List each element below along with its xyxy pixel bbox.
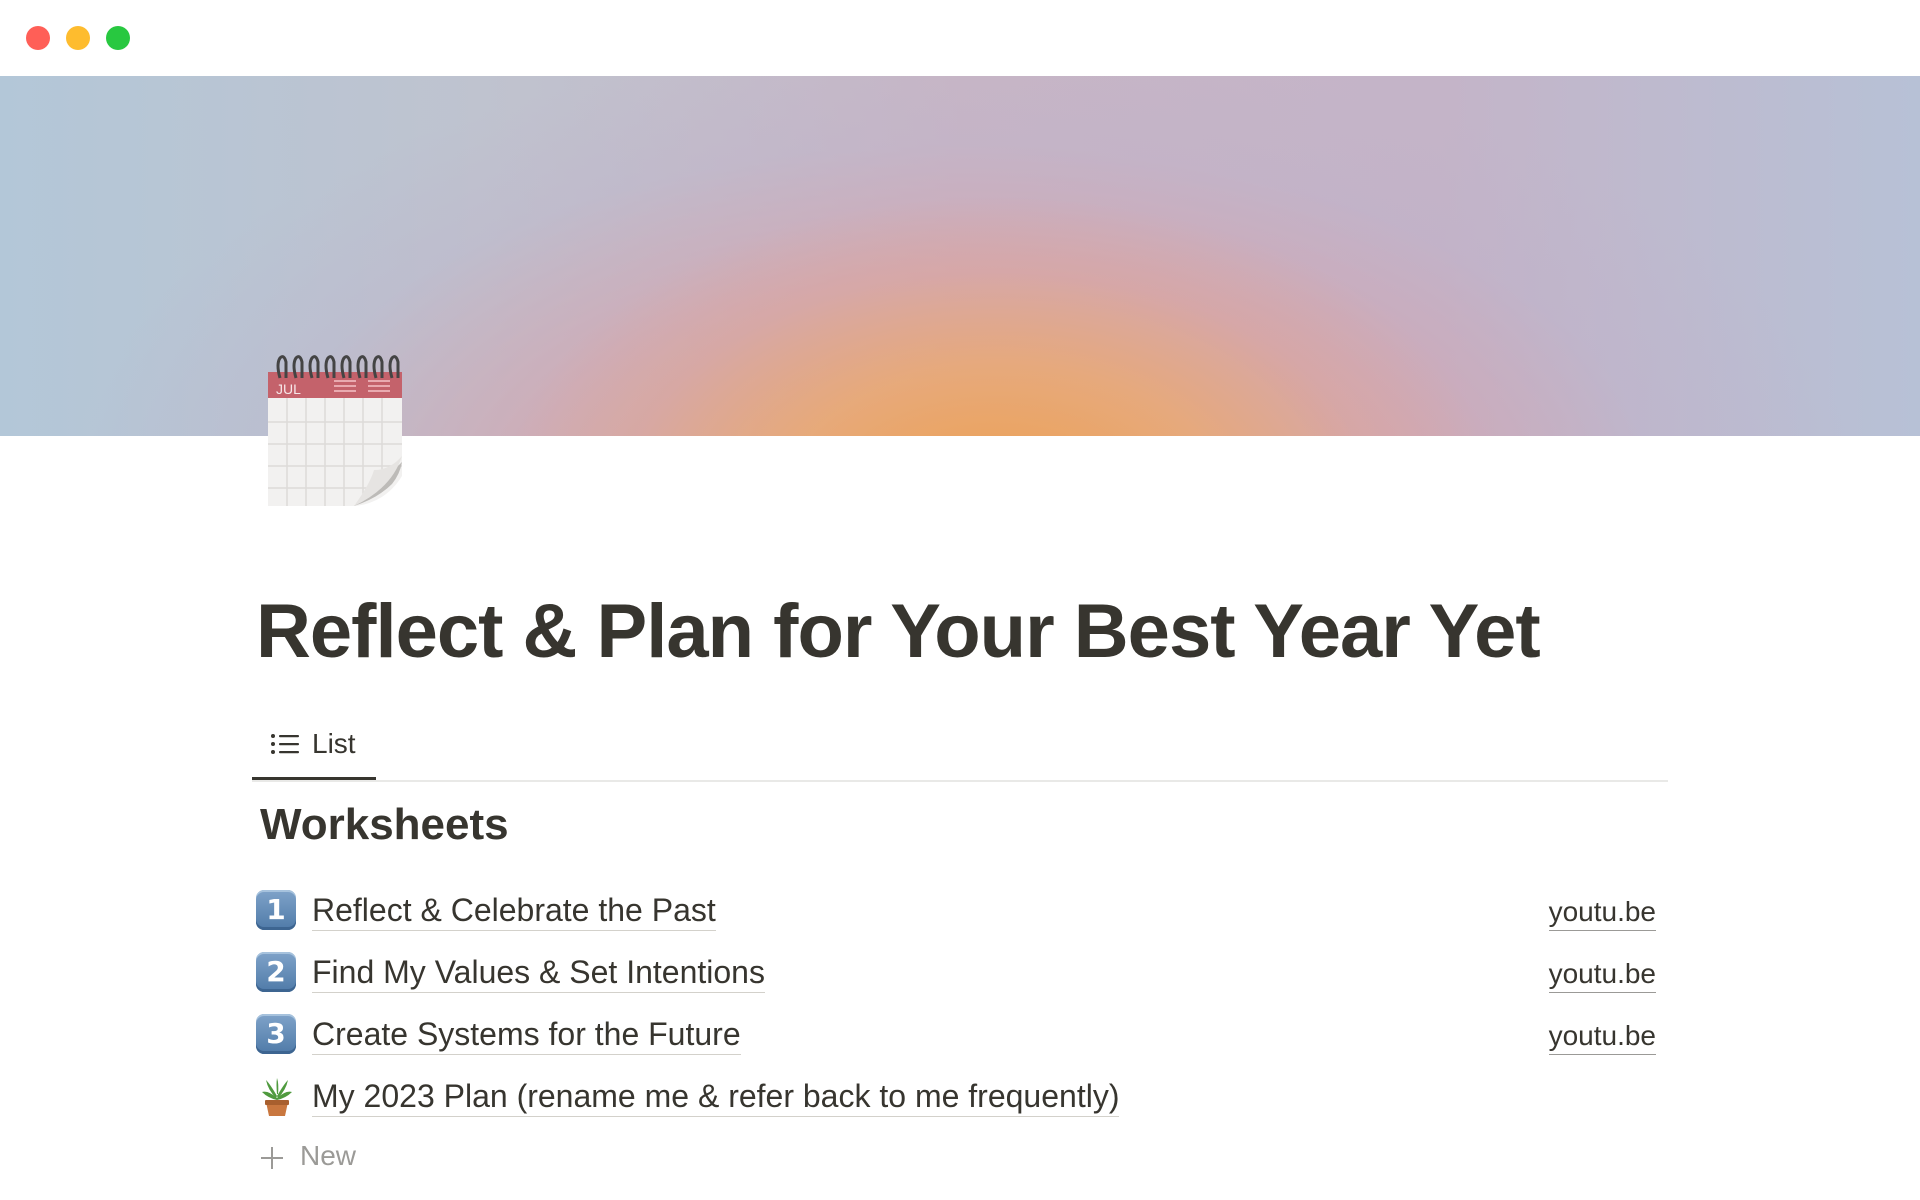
minimize-window-button[interactable] (66, 26, 90, 50)
close-window-button[interactable] (26, 26, 50, 50)
potted-plant-icon (256, 1076, 298, 1118)
calendar-icon[interactable]: JUL (266, 352, 406, 508)
list-item[interactable]: 3 Create Systems for the Future youtu.be (256, 1008, 1656, 1070)
page-title[interactable]: Reflect & Plan for Your Best Year Yet (256, 588, 1541, 675)
tab-list-label: List (312, 728, 356, 759)
calendar-month-label: JUL (276, 381, 301, 397)
list-item-title[interactable]: Reflect & Celebrate the Past (312, 890, 716, 931)
app-window: JUL Reflect & Plan for Your Best Year Ye… (0, 0, 1920, 1200)
view-tab-bar: List (252, 708, 1668, 782)
new-item-label: New (300, 1140, 357, 1171)
plus-icon (261, 1147, 283, 1169)
keycap-2-icon: 2 (256, 952, 298, 994)
list-item-link[interactable]: youtu.be (1548, 894, 1656, 931)
keycap-3-icon: 3 (256, 1014, 298, 1056)
list-item[interactable]: 1 Reflect & Celebrate the Past youtu.be (256, 884, 1656, 946)
list-item-title[interactable]: Find My Values & Set Intentions (312, 952, 765, 993)
list-item-title[interactable]: My 2023 Plan (rename me & refer back to … (312, 1076, 1120, 1117)
section-heading: Worksheets (260, 800, 509, 849)
list-item[interactable]: 2 Find My Values & Set Intentions youtu.… (256, 946, 1656, 1008)
keycap-1-icon: 1 (256, 890, 298, 932)
list-item-title[interactable]: Create Systems for the Future (312, 1014, 741, 1055)
zoom-window-button[interactable] (106, 26, 130, 50)
title-bar (0, 0, 1920, 76)
list-item-link[interactable]: youtu.be (1548, 956, 1656, 993)
list-item-link[interactable]: youtu.be (1548, 1018, 1656, 1055)
list-icon (271, 734, 299, 754)
worksheet-list: 1 Reflect & Celebrate the Past youtu.be … (256, 884, 1656, 1132)
list-item[interactable]: My 2023 Plan (rename me & refer back to … (256, 1070, 1656, 1132)
tab-list[interactable]: List (252, 708, 376, 780)
